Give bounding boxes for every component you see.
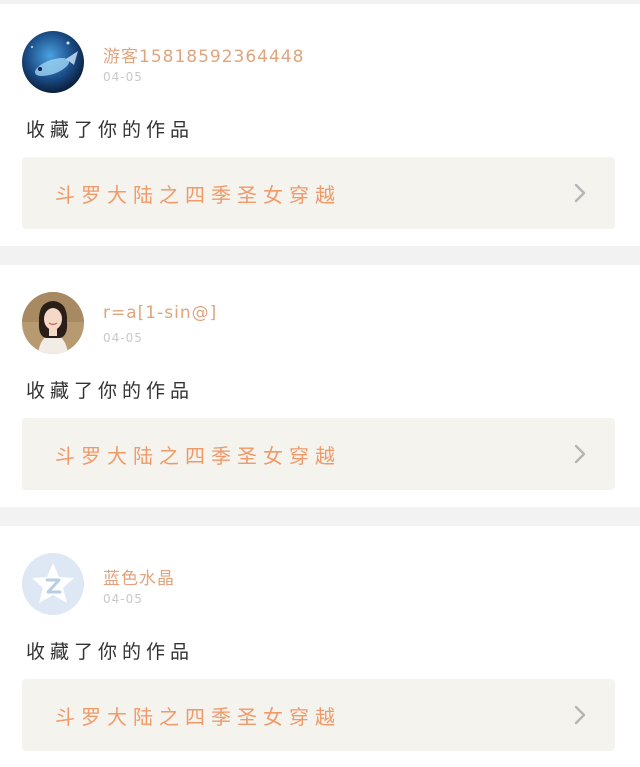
- work-title: 斗罗大陆之四季圣女穿越: [55, 182, 341, 207]
- fish-avatar[interactable]: [22, 31, 84, 93]
- action-text: 收藏了你的作品: [26, 380, 195, 402]
- favorites-feed: 游客15818592364448 04-05 收藏了你的作品 斗罗大陆之四季圣女…: [0, 0, 640, 767]
- woman-portrait-avatar[interactable]: [22, 292, 84, 354]
- feed-item: 游客15818592364448 04-05 收藏了你的作品 斗罗大陆之四季圣女…: [0, 4, 640, 246]
- divider: [0, 507, 640, 526]
- post-date: 04-05: [103, 592, 143, 606]
- divider: [0, 246, 640, 265]
- chevron-right-icon: [574, 444, 586, 464]
- work-title: 斗罗大陆之四季圣女穿越: [55, 443, 341, 468]
- feed-item: 蓝色水晶 04-05 收藏了你的作品 斗罗大陆之四季圣女穿越: [0, 526, 640, 767]
- work-link[interactable]: 斗罗大陆之四季圣女穿越: [22, 157, 615, 229]
- username[interactable]: 蓝色水晶: [103, 564, 175, 589]
- chevron-right-icon: [574, 705, 586, 725]
- username[interactable]: r=a[1-sin@]: [103, 303, 217, 323]
- default-z-star-avatar[interactable]: [22, 553, 84, 615]
- chevron-right-icon: [574, 183, 586, 203]
- post-date: 04-05: [103, 331, 143, 345]
- username[interactable]: 游客15818592364448: [103, 42, 304, 67]
- post-date: 04-05: [103, 70, 143, 84]
- work-link[interactable]: 斗罗大陆之四季圣女穿越: [22, 418, 615, 490]
- work-link[interactable]: 斗罗大陆之四季圣女穿越: [22, 679, 615, 751]
- action-text: 收藏了你的作品: [26, 119, 195, 141]
- feed-item: r=a[1-sin@] 04-05 收藏了你的作品 斗罗大陆之四季圣女穿越: [0, 265, 640, 507]
- work-title: 斗罗大陆之四季圣女穿越: [55, 704, 341, 729]
- action-text: 收藏了你的作品: [26, 641, 195, 663]
